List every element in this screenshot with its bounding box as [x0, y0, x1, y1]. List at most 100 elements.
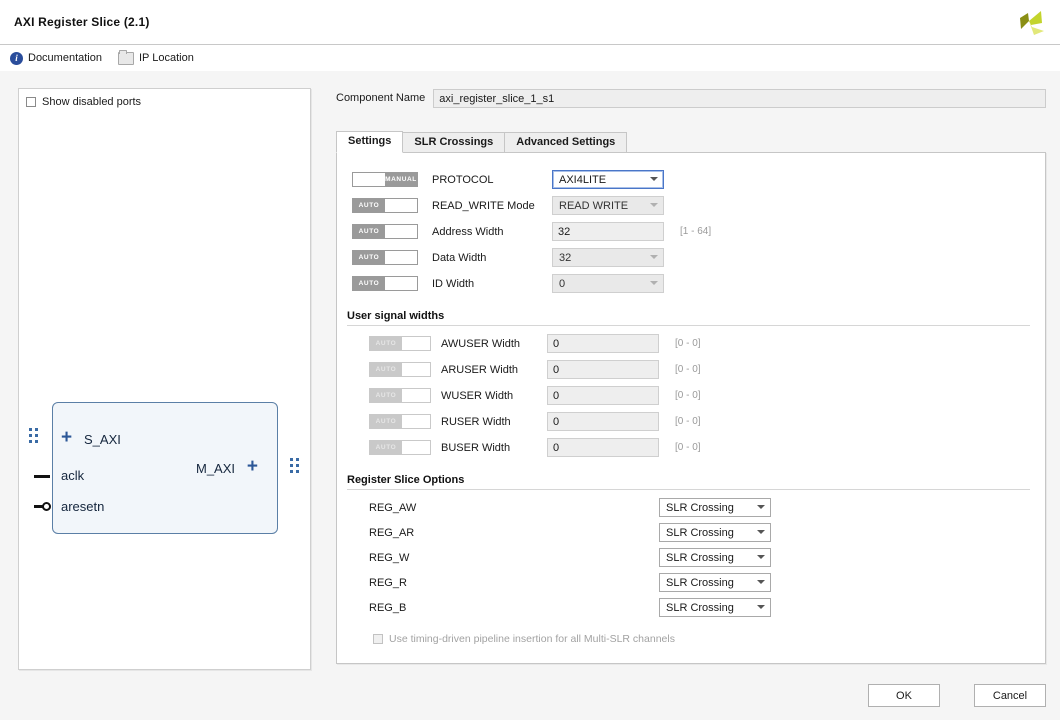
protocol-label: PROTOCOL	[432, 174, 552, 186]
reg-b-value: SLR Crossing	[666, 602, 757, 614]
address-width-toggle-knob-label: AUTO	[353, 225, 385, 238]
reg-r-combobox[interactable]: SLR Crossing	[659, 573, 771, 592]
m-axi-bus-port-icon	[290, 458, 301, 475]
chevron-down-icon	[650, 279, 659, 288]
data-width-combobox[interactable]: 32	[552, 248, 664, 267]
read-write-mode-toggle-knob-label: AUTO	[353, 199, 385, 212]
address-width-input[interactable]: 32	[552, 222, 664, 241]
aruser-width-input[interactable]: 0	[547, 360, 659, 379]
address-width-range: [1 - 64]	[680, 226, 711, 237]
show-disabled-ports-row[interactable]: Show disabled ports	[19, 89, 310, 108]
address-width-auto-manual-toggle[interactable]: AUTO	[352, 224, 418, 239]
tab-bar: Settings SLR Crossings Advanced Settings	[336, 131, 1046, 152]
tab-settings[interactable]: Settings	[336, 131, 403, 153]
wuser-width-input[interactable]: 0	[547, 386, 659, 405]
ruser-width-label: RUSER Width	[441, 416, 547, 428]
data-width-toggle-knob-label: AUTO	[353, 251, 385, 264]
tab-advanced-settings[interactable]: Advanced Settings	[504, 132, 627, 152]
tab-slr-crossings[interactable]: SLR Crossings	[402, 132, 505, 152]
field-row-awuser-width: AUTO AWUSER Width 0 [0 - 0]	[347, 331, 1035, 356]
awuser-width-input[interactable]: 0	[547, 334, 659, 353]
section-divider	[347, 325, 1030, 326]
field-row-aruser-width: AUTO ARUSER Width 0 [0 - 0]	[347, 357, 1035, 382]
s-axi-bus-port-icon	[29, 428, 40, 445]
reg-aw-combobox[interactable]: SLR Crossing	[659, 498, 771, 517]
register-slice-options-section-header: Register Slice Options	[347, 474, 1035, 490]
dialog-title: AXI Register Slice (2.1)	[14, 15, 150, 29]
register-slice-options-title: Register Slice Options	[347, 474, 1035, 486]
reg-r-label: REG_R	[369, 577, 659, 589]
s-axi-expand-plus-icon[interactable]: +	[61, 428, 72, 447]
settings-tab-panel: MANUAL PROTOCOL AXI4LITE AUTO READ_WRITE…	[336, 152, 1046, 664]
aruser-width-range: [0 - 0]	[675, 364, 701, 375]
chevron-down-icon	[757, 503, 766, 512]
read-write-mode-label: READ_WRITE Mode	[432, 200, 552, 212]
port-label-m-axi: M_AXI	[196, 461, 235, 476]
reg-ar-combobox[interactable]: SLR Crossing	[659, 523, 771, 542]
section-divider	[347, 489, 1030, 490]
id-width-label: ID Width	[432, 278, 552, 290]
read-write-mode-combobox[interactable]: READ WRITE	[552, 196, 664, 215]
aclk-pin-icon	[34, 475, 50, 478]
awuser-width-label: AWUSER Width	[441, 338, 547, 350]
reg-b-combobox[interactable]: SLR Crossing	[659, 598, 771, 617]
aruser-width-auto-manual-toggle[interactable]: AUTO	[369, 362, 431, 377]
documentation-label: Documentation	[28, 52, 102, 64]
ip-location-label: IP Location	[139, 52, 194, 64]
ruser-width-auto-manual-toggle[interactable]: AUTO	[369, 414, 431, 429]
field-row-read-write-mode: AUTO READ_WRITE Mode READ WRITE	[347, 193, 1035, 218]
protocol-auto-manual-toggle[interactable]: MANUAL	[352, 172, 418, 187]
field-row-wuser-width: AUTO WUSER Width 0 [0 - 0]	[347, 383, 1035, 408]
id-width-auto-manual-toggle[interactable]: AUTO	[352, 276, 418, 291]
reg-w-value: SLR Crossing	[666, 552, 757, 564]
timing-driven-pipeline-label: Use timing-driven pipeline insertion for…	[389, 633, 675, 645]
buser-width-auto-manual-toggle[interactable]: AUTO	[369, 440, 431, 455]
documentation-button[interactable]: i Documentation	[10, 52, 102, 65]
user-signal-widths-section-header: User signal widths	[347, 310, 1035, 326]
chevron-down-icon	[757, 603, 766, 612]
port-label-aclk: aclk	[61, 468, 84, 483]
field-row-reg-w: REG_W SLR Crossing	[347, 545, 1035, 570]
show-disabled-ports-checkbox[interactable]	[26, 97, 36, 107]
ruser-width-input[interactable]: 0	[547, 412, 659, 431]
read-write-mode-auto-manual-toggle[interactable]: AUTO	[352, 198, 418, 213]
wuser-width-label: WUSER Width	[441, 390, 547, 402]
chevron-down-icon	[757, 528, 766, 537]
buser-width-input[interactable]: 0	[547, 438, 659, 457]
port-label-aresetn: aresetn	[61, 499, 104, 514]
reg-aw-label: REG_AW	[369, 502, 659, 514]
reg-w-label: REG_W	[369, 552, 659, 564]
reg-b-label: REG_B	[369, 602, 659, 614]
chevron-down-icon	[757, 578, 766, 587]
aruser-width-toggle-knob-label: AUTO	[370, 363, 402, 376]
m-axi-expand-plus-icon[interactable]: +	[247, 457, 258, 476]
buser-width-toggle-knob-label: AUTO	[370, 441, 402, 454]
timing-driven-pipeline-checkbox[interactable]	[373, 634, 383, 644]
read-write-mode-value: READ WRITE	[559, 200, 650, 212]
cancel-button[interactable]: Cancel	[974, 684, 1046, 707]
awuser-width-auto-manual-toggle[interactable]: AUTO	[369, 336, 431, 351]
ip-location-button[interactable]: IP Location	[118, 52, 194, 65]
reg-aw-value: SLR Crossing	[666, 502, 757, 514]
field-row-protocol: MANUAL PROTOCOL AXI4LITE	[347, 167, 1035, 192]
protocol-combobox[interactable]: AXI4LITE	[552, 170, 664, 189]
component-name-input[interactable]: axi_register_slice_1_s1	[433, 89, 1046, 108]
component-name-row: Component Name axi_register_slice_1_s1	[336, 88, 1046, 108]
timing-driven-pipeline-row[interactable]: Use timing-driven pipeline insertion for…	[373, 633, 1035, 645]
id-width-combobox[interactable]: 0	[552, 274, 664, 293]
data-width-auto-manual-toggle[interactable]: AUTO	[352, 250, 418, 265]
wuser-width-auto-manual-toggle[interactable]: AUTO	[369, 388, 431, 403]
field-row-reg-b: REG_B SLR Crossing	[347, 595, 1035, 620]
reg-r-value: SLR Crossing	[666, 577, 757, 589]
port-preview-panel: Show disabled ports + S_AXI aclk aresetn…	[18, 88, 311, 670]
configuration-panel: Component Name axi_register_slice_1_s1 S…	[336, 88, 1046, 668]
dialog-content: Show disabled ports + S_AXI aclk aresetn…	[0, 71, 1060, 720]
dialog-toolbar: i Documentation IP Location	[0, 45, 1060, 72]
dialog-footer: OK Cancel	[0, 672, 1060, 720]
ok-button[interactable]: OK	[868, 684, 940, 707]
reg-ar-label: REG_AR	[369, 527, 659, 539]
ip-block-symbol: + S_AXI aclk aresetn M_AXI +	[52, 402, 278, 534]
reg-w-combobox[interactable]: SLR Crossing	[659, 548, 771, 567]
info-icon: i	[10, 52, 23, 65]
wuser-width-range: [0 - 0]	[675, 390, 701, 401]
